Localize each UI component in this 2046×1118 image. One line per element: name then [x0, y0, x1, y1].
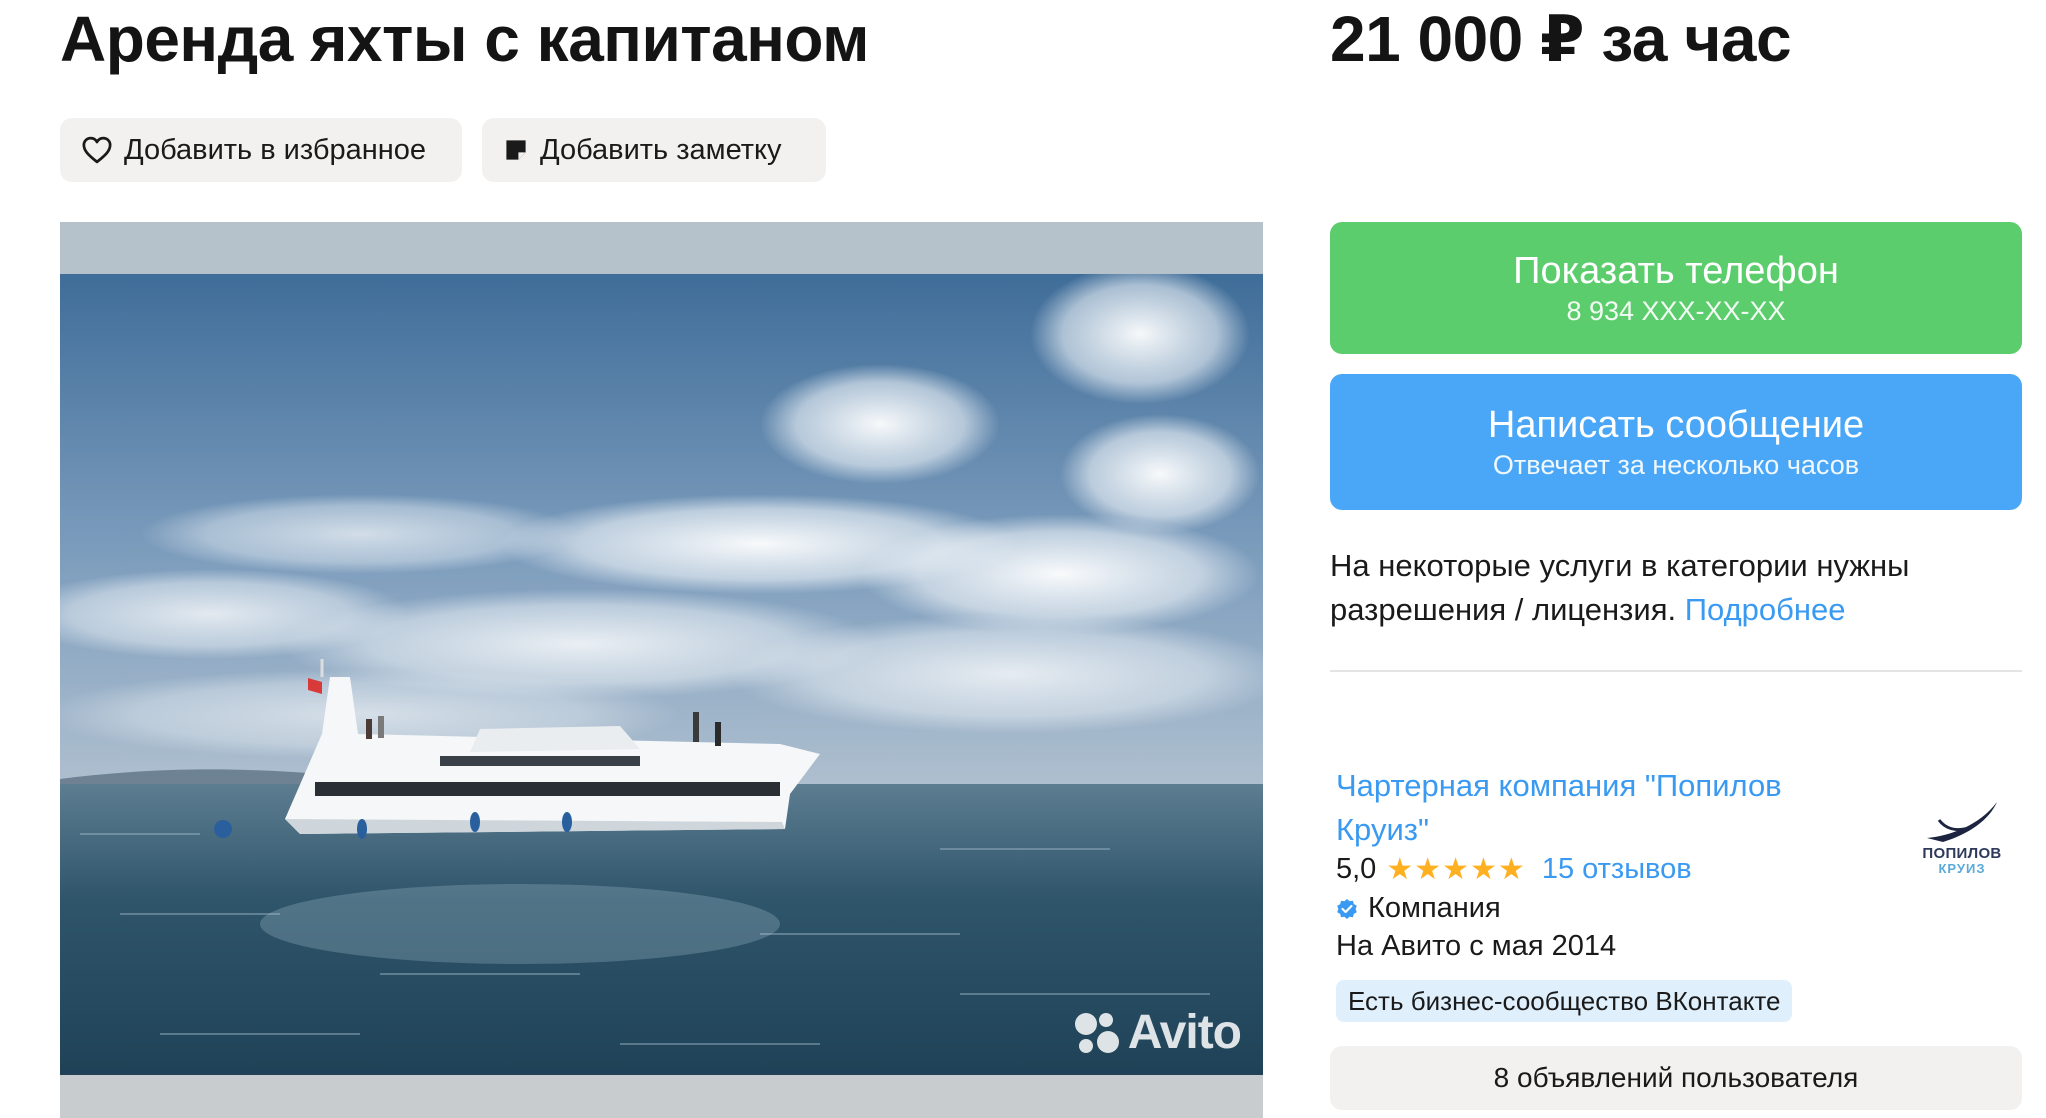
seller-rating: 5,0 ★★★★★ 15 отзывов [1336, 852, 1692, 887]
more-info-link[interactable]: Подробнее [1685, 592, 1846, 627]
user-ads-button[interactable]: 8 объявлений пользователя [1330, 1046, 2022, 1110]
write-message-label: Написать сообщение [1487, 404, 1865, 446]
note-icon [506, 140, 526, 160]
verified-badge-icon [1337, 898, 1357, 919]
seller-since: На Авито с мая 2014 [1336, 930, 1617, 962]
show-phone-button[interactable]: Показать телефон 8 934 XXX-XX-XX [1330, 222, 2022, 354]
phone-masked: 8 934 XXX-XX-XX [1566, 296, 1786, 326]
add-note-button[interactable]: Добавить заметку [482, 118, 826, 182]
avito-watermark: Avito [1072, 1005, 1242, 1060]
photo-top-strip [60, 222, 1263, 274]
listing-title: Аренда яхты с капитаном [60, 3, 869, 75]
favorites-label: Добавить в избранное [124, 133, 427, 166]
show-phone-label: Показать телефон [1513, 250, 1839, 292]
vk-community-badge[interactable]: Есть бизнес-сообщество ВКонтакте [1336, 980, 1793, 1022]
seller-name-link[interactable]: Чартерная компания "Попилов Круиз" [1336, 764, 1856, 852]
reviews-link[interactable]: 15 отзывов [1542, 853, 1692, 886]
seller-type-label: Компания [1368, 892, 1501, 924]
divider [1330, 670, 2022, 672]
photo-bottom-strip [60, 1075, 1263, 1118]
listing-page: Аренда яхты с капитаном 21 000 ₽ за час … [0, 0, 2046, 1118]
seller-logo-swoosh-icon [1927, 802, 1997, 842]
response-time: Отвечает за несколько часов [1492, 450, 1860, 480]
note-label: Добавить заметку [540, 133, 782, 166]
seller-logo-line2: КРУИЗ [1938, 861, 1986, 876]
license-notice: На некоторые услуги в категории нужны ра… [1330, 544, 2030, 632]
seller-logo[interactable]: ПОПИЛОВ КРУИЗ [1908, 776, 2016, 876]
add-to-favorites-button[interactable]: Добавить в избранное [60, 118, 462, 182]
listing-photo[interactable]: Avito [60, 222, 1263, 1118]
seller-logo-line1: ПОПИЛОВ [1922, 845, 2002, 862]
rating-stars-icon: ★★★★★ [1386, 853, 1526, 886]
listing-price: 21 000 ₽ за час [1330, 3, 1792, 75]
rating-value: 5,0 [1336, 853, 1377, 885]
write-message-button[interactable]: Написать сообщение Отвечает за несколько… [1330, 374, 2022, 510]
avito-logo-icon [1074, 1012, 1119, 1053]
watermark-text: Avito [1127, 1006, 1242, 1059]
yacht-image [60, 274, 1263, 1075]
seller-type: Компания [1336, 892, 1501, 925]
heart-icon [82, 136, 112, 164]
